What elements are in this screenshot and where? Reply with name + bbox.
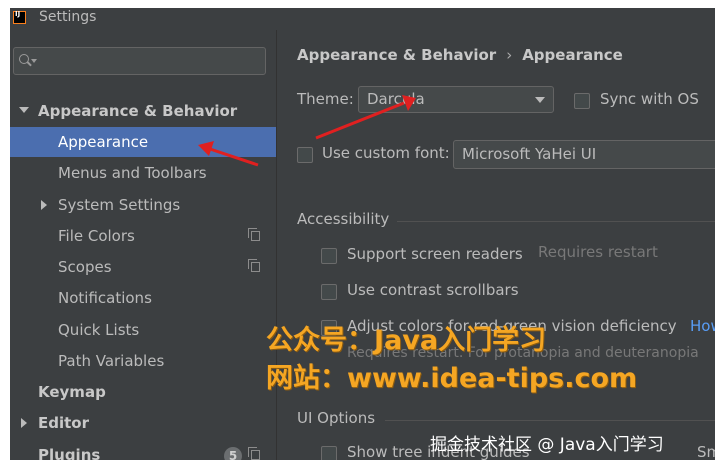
annotation-arrows — [198, 95, 416, 167]
watermark-wechat: 公众号：Java入门学习 — [266, 325, 547, 356]
watermark-footer: 掘金技术社区 @ Java入门学习 — [430, 435, 664, 455]
watermark-website: 网站：www.idea-tips.com — [266, 363, 638, 394]
arrow-to-theme — [315, 95, 416, 140]
arrow-to-appearance — [198, 141, 259, 167]
